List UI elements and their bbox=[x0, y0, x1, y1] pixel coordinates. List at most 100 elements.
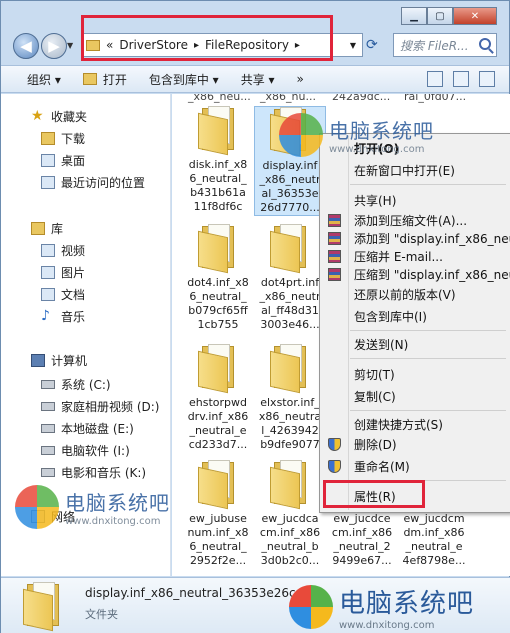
watermark-top: 电脑系统吧 www.dnxitong.com bbox=[279, 113, 434, 157]
menu-item-cut[interactable]: 剪切(T) bbox=[354, 366, 395, 383]
folder-icon bbox=[198, 344, 238, 394]
menu-separator bbox=[350, 358, 506, 359]
preview-pane-icon[interactable] bbox=[453, 71, 469, 87]
organize-button[interactable]: 组织 ▾ bbox=[27, 71, 61, 88]
star-icon: ★ bbox=[31, 108, 44, 124]
history-dropdown-icon[interactable]: ▼ bbox=[67, 41, 73, 50]
close-button[interactable]: ✕ bbox=[453, 7, 497, 25]
folder-icon bbox=[270, 224, 310, 274]
minimize-button[interactable]: ▁ bbox=[401, 7, 427, 25]
refresh-button[interactable]: ⟳ bbox=[366, 37, 378, 53]
sidebar-item-libraries[interactable]: 库 bbox=[31, 220, 63, 237]
watermark-url: www.dnxitong.com bbox=[329, 144, 425, 155]
video-icon bbox=[41, 244, 55, 257]
menu-item-compress-named[interactable]: 压缩到 "display.inf_x86_neutr bbox=[354, 266, 510, 283]
folder-icon bbox=[198, 106, 238, 156]
share-button[interactable]: 共享 ▾ bbox=[241, 71, 275, 88]
folder-name: ew_jucdcm dm.inf_x86 _neutral_e 4ef8798e… bbox=[402, 512, 466, 567]
more-button[interactable]: » bbox=[297, 72, 304, 86]
search-icon[interactable] bbox=[479, 38, 491, 50]
folder-name: dot4prt.inf _x86_neutr al_ff48d31 3003e4… bbox=[259, 276, 321, 331]
sidebar-label: 收藏夹 bbox=[51, 110, 88, 124]
drive-icon bbox=[41, 446, 55, 455]
open-button[interactable]: 打开 bbox=[82, 71, 127, 88]
sidebar-item-desktop[interactable]: 桌面 bbox=[41, 152, 85, 169]
arrow-left-icon: ◀ bbox=[20, 37, 32, 55]
maximize-button[interactable]: ▢ bbox=[427, 7, 453, 25]
winrar-icon bbox=[328, 250, 341, 263]
highlight-properties-box bbox=[323, 480, 425, 508]
watermark-bottom: 电脑系统吧 www.dnxitong.com bbox=[289, 583, 474, 631]
sidebar-label: 电脑软件 (I:) bbox=[61, 444, 130, 458]
shield-icon bbox=[328, 438, 341, 451]
forward-button[interactable]: ▶ bbox=[41, 33, 67, 59]
menu-separator bbox=[350, 330, 506, 331]
details-name: display.inf_x86_neutral_36353e26c bbox=[85, 586, 296, 600]
folder-item[interactable]: dot4prt.inf _x86_neutr al_ff48d31 3003e4… bbox=[254, 224, 326, 332]
sidebar-item-favorites[interactable]: ★ 收藏夹 bbox=[31, 108, 87, 125]
menu-item-add-named[interactable]: 添加到 "display.inf_x86_neut bbox=[354, 230, 510, 247]
sidebar-label: 最近访问的位置 bbox=[61, 176, 146, 190]
menu-item-compress-email[interactable]: 压缩并 E-mail... bbox=[354, 248, 443, 265]
music-icon: ♪ bbox=[41, 308, 50, 324]
download-folder-icon bbox=[41, 132, 55, 145]
sidebar-item-drive-e[interactable]: 本地磁盘 (E:) bbox=[41, 420, 134, 437]
folder-icon bbox=[198, 460, 238, 510]
folder-item[interactable]: ew_jubuse num.inf_x8 6_neutral_ 2952f2e.… bbox=[182, 460, 254, 568]
windows-logo-icon bbox=[15, 485, 59, 529]
sidebar-item-downloads[interactable]: 下载 bbox=[41, 130, 85, 147]
sidebar-item-drive-c[interactable]: 系统 (C:) bbox=[41, 376, 111, 393]
folder-item[interactable]: elxstor.inf_ x86_neutra l_4263942 b9dfe9… bbox=[254, 344, 326, 452]
sidebar-label: 电影和音乐 (K:) bbox=[61, 466, 147, 480]
folder-name: dot4.inf_x8 6_neutral_ b079cf65ff 1cb755 bbox=[187, 276, 249, 331]
partial-file-label: 242a9dc... bbox=[332, 94, 391, 103]
command-bar: 组织 ▾ 打开 包含到库中 ▾ 共享 ▾ » bbox=[1, 65, 509, 93]
menu-item-open-new-window[interactable]: 在新窗口中打开(E) bbox=[354, 162, 455, 179]
drive-icon bbox=[41, 424, 55, 433]
folder-name: elxstor.inf_ x86_neutra l_4263942 b9dfe9… bbox=[258, 396, 322, 451]
menu-item-copy[interactable]: 复制(C) bbox=[354, 388, 396, 405]
sidebar-item-documents[interactable]: 文档 bbox=[41, 286, 85, 303]
folder-item[interactable]: ehstorpwd drv.inf_x86 _neutral_e cd233d7… bbox=[182, 344, 254, 452]
menu-item-include-library[interactable]: 包含到库中(I) bbox=[354, 308, 427, 325]
sidebar-label: 本地磁盘 (E:) bbox=[61, 422, 134, 436]
watermark-title: 电脑系统吧 bbox=[339, 589, 475, 619]
sidebar-label: 视频 bbox=[61, 244, 86, 258]
sidebar-label: 计算机 bbox=[51, 354, 88, 368]
sidebar-label: 下载 bbox=[61, 132, 86, 146]
back-button[interactable]: ◀ bbox=[13, 33, 39, 59]
sidebar-label: 文档 bbox=[61, 288, 86, 302]
menu-item-send-to[interactable]: 发送到(N) bbox=[354, 336, 408, 353]
sidebar-item-drive-k[interactable]: 电影和音乐 (K:) bbox=[41, 464, 146, 481]
menu-item-restore-versions[interactable]: 还原以前的版本(V) bbox=[354, 286, 456, 303]
view-options-icon[interactable] bbox=[427, 71, 443, 87]
explorer-window: ▁ ▢ ✕ ◀ ▶ ▼ « DriverStore ▸ FileReposito… bbox=[0, 0, 510, 633]
menu-item-create-shortcut[interactable]: 创建快捷方式(S) bbox=[354, 416, 443, 433]
sidebar-item-music[interactable]: ♪ 音乐 bbox=[41, 308, 85, 325]
menu-item-rename[interactable]: 重命名(M) bbox=[354, 458, 410, 475]
menu-item-delete[interactable]: 删除(D) bbox=[354, 436, 397, 453]
watermark-left: 电脑系统吧 www.dnxitong.com bbox=[15, 485, 170, 529]
folder-item[interactable]: ew_jucdca cm.inf_x86 _neutral_b 3d0b2c0.… bbox=[254, 460, 326, 568]
folder-item[interactable]: disk.inf_x8 6_neutral_ b431b61a 11f8df6c bbox=[182, 106, 254, 214]
windows-logo-icon bbox=[289, 585, 333, 629]
shield-icon bbox=[328, 460, 341, 473]
folder-item[interactable]: dot4.inf_x8 6_neutral_ b079cf65ff 1cb755 bbox=[182, 224, 254, 332]
include-library-button[interactable]: 包含到库中 ▾ bbox=[149, 71, 219, 88]
help-icon[interactable] bbox=[479, 71, 495, 87]
recent-places-icon bbox=[41, 176, 55, 189]
folder-name: ew_jubuse num.inf_x8 6_neutral_ 2952f2e.… bbox=[187, 512, 249, 567]
sidebar-item-videos[interactable]: 视频 bbox=[41, 242, 85, 259]
sidebar-item-drive-i[interactable]: 电脑软件 (I:) bbox=[41, 442, 130, 459]
sidebar-item-computer[interactable]: 计算机 bbox=[31, 352, 87, 369]
folder-icon bbox=[198, 224, 238, 274]
menu-item-share[interactable]: 共享(H) bbox=[354, 192, 396, 209]
address-dropdown-icon[interactable]: ▼ bbox=[350, 41, 356, 50]
sidebar-label: 系统 (C:) bbox=[61, 378, 111, 392]
sidebar-item-pictures[interactable]: 图片 bbox=[41, 264, 85, 281]
menu-item-add-archive[interactable]: 添加到压缩文件(A)... bbox=[354, 212, 467, 229]
sidebar-item-drive-d[interactable]: 家庭相册视频 (D:) bbox=[41, 398, 159, 415]
search-input[interactable]: 搜索 FileR... bbox=[393, 33, 497, 57]
sidebar-item-recent[interactable]: 最近访问的位置 bbox=[41, 174, 145, 191]
windows-logo-icon bbox=[279, 113, 323, 157]
